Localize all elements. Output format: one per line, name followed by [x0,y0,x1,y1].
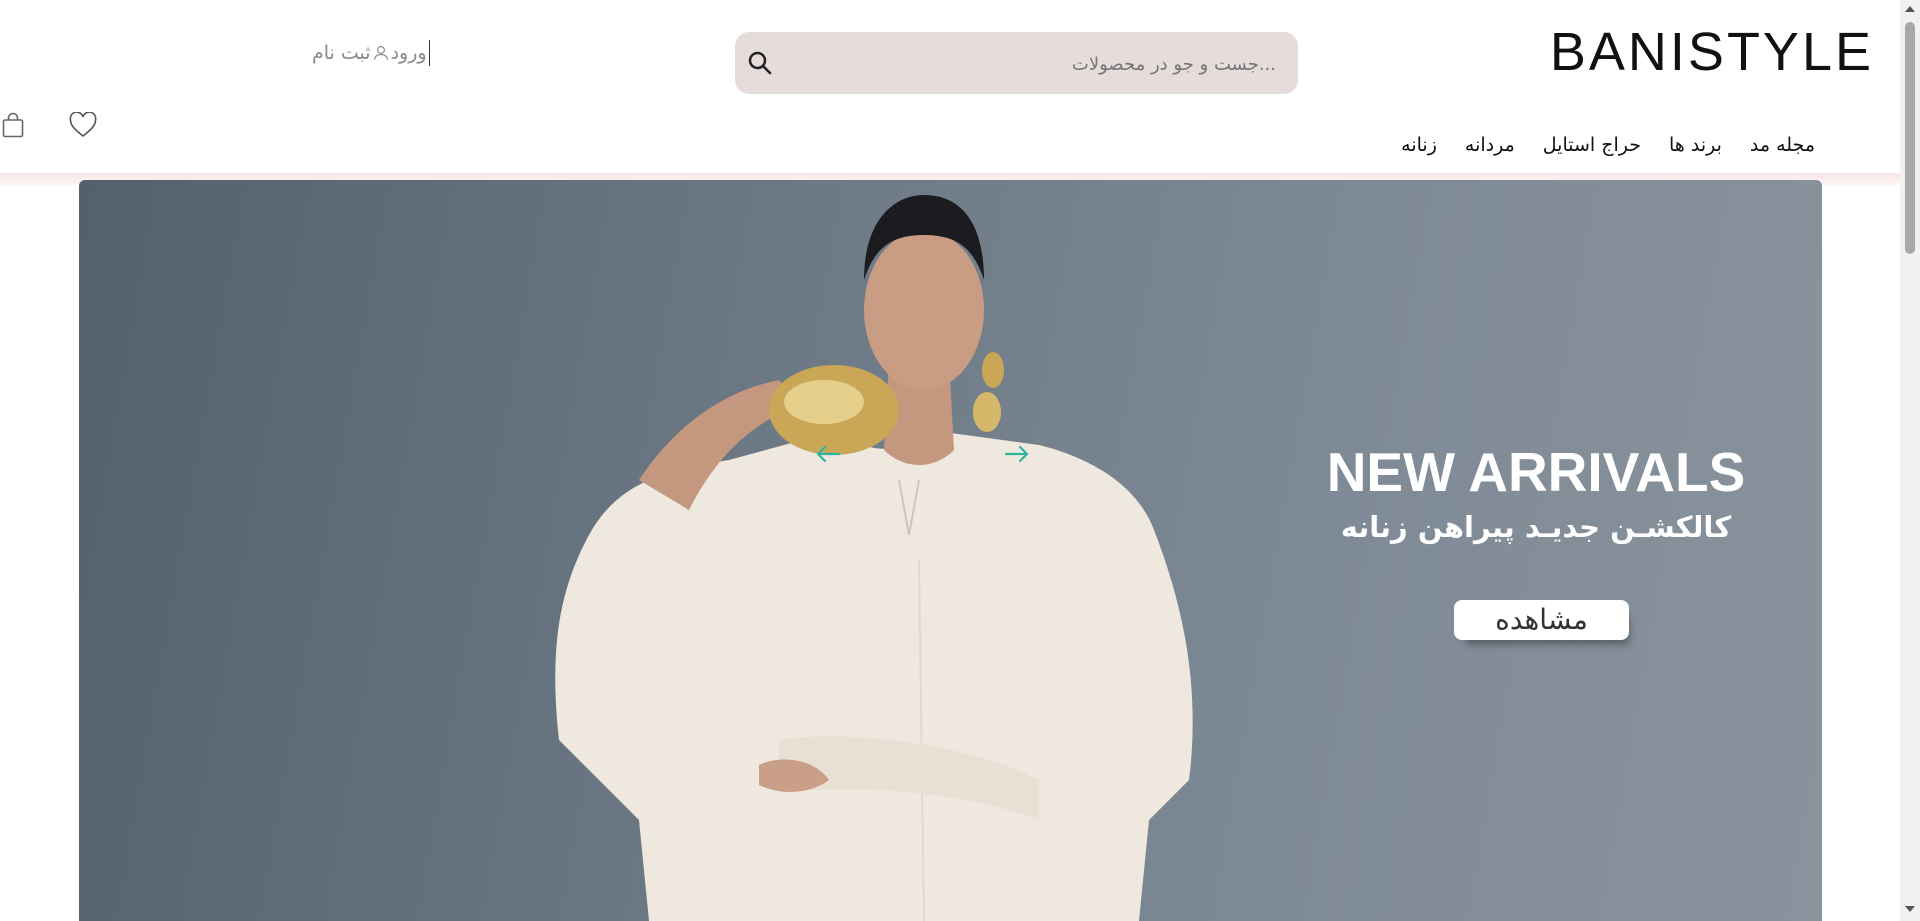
hero-model-image [555,195,1193,921]
hero-title: NEW ARRIVALS [1326,441,1746,503]
text-cursor [428,40,430,66]
heart-icon[interactable] [69,112,97,138]
nav-item-brands[interactable]: برند ها [1669,134,1722,156]
arrow-left-icon[interactable] [815,444,841,464]
main-nav: مجله مد برند ها حراج استایل مردانه زنانه [1401,134,1815,156]
scrollbar-thumb[interactable] [1905,22,1915,254]
register-link[interactable]: ثبت نام [312,42,371,64]
search-input[interactable] [804,32,1278,96]
page-scrollbar[interactable] [1900,0,1920,921]
search-icon[interactable] [745,48,775,78]
scroll-up-icon[interactable] [1905,6,1915,12]
arrow-right-icon[interactable] [1004,444,1030,464]
hero-subtitle: کالکشـن جدیـد پیراهن زنانه [1340,510,1732,544]
login-link[interactable]: ورود [391,42,427,64]
nav-item-fashion-magazine[interactable]: مجله مد [1750,134,1815,156]
view-collection-button[interactable]: مشاهده [1454,600,1629,640]
nav-item-men[interactable]: مردانه [1465,134,1515,156]
scroll-down-icon[interactable] [1905,906,1915,912]
auth-links: ثبت نام ورود [312,38,430,68]
nav-item-women[interactable]: زنانه [1401,134,1437,156]
shopping-bag-icon[interactable] [2,112,24,138]
hero-banner[interactable]: NEW ARRIVALS کالکشـن جدیـد پیراهن زنانه … [79,180,1822,921]
user-icon [373,46,388,60]
site-header: BANISTYLE ثبت نام ورود مجله مد برند ها ح… [0,0,1900,175]
search-bar[interactable] [735,32,1298,96]
brand-logo[interactable]: BANISTYLE [1550,22,1874,82]
nav-item-style-sale[interactable]: حراج استایل [1543,134,1641,156]
